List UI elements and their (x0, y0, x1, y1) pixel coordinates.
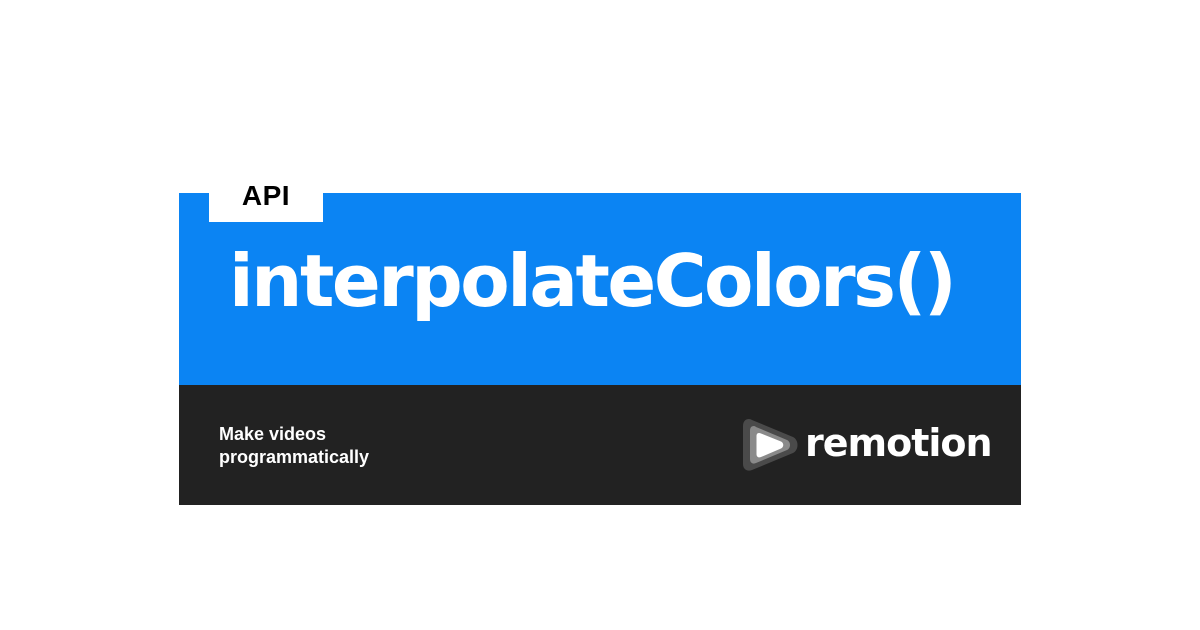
page-title: interpolateColors() (229, 239, 957, 323)
tagline-line-2: programmatically (219, 447, 370, 467)
footer-panel: Make videos programmatically remotion (179, 385, 1021, 505)
brand-name: remotion (805, 421, 993, 465)
tagline: Make videos programmatically (219, 423, 369, 469)
banner-card: API interpolateColors() Make videos prog… (179, 165, 1021, 505)
tagline-line-1: Make videos (219, 424, 327, 444)
category-badge-label: API (241, 180, 291, 211)
category-badge: API (209, 165, 323, 222)
brand-logo: remotion (741, 413, 993, 477)
title-panel: API interpolateColors() (179, 165, 1021, 385)
og-image: API interpolateColors() Make videos prog… (0, 0, 1200, 630)
remotion-play-logo-icon (743, 419, 798, 471)
